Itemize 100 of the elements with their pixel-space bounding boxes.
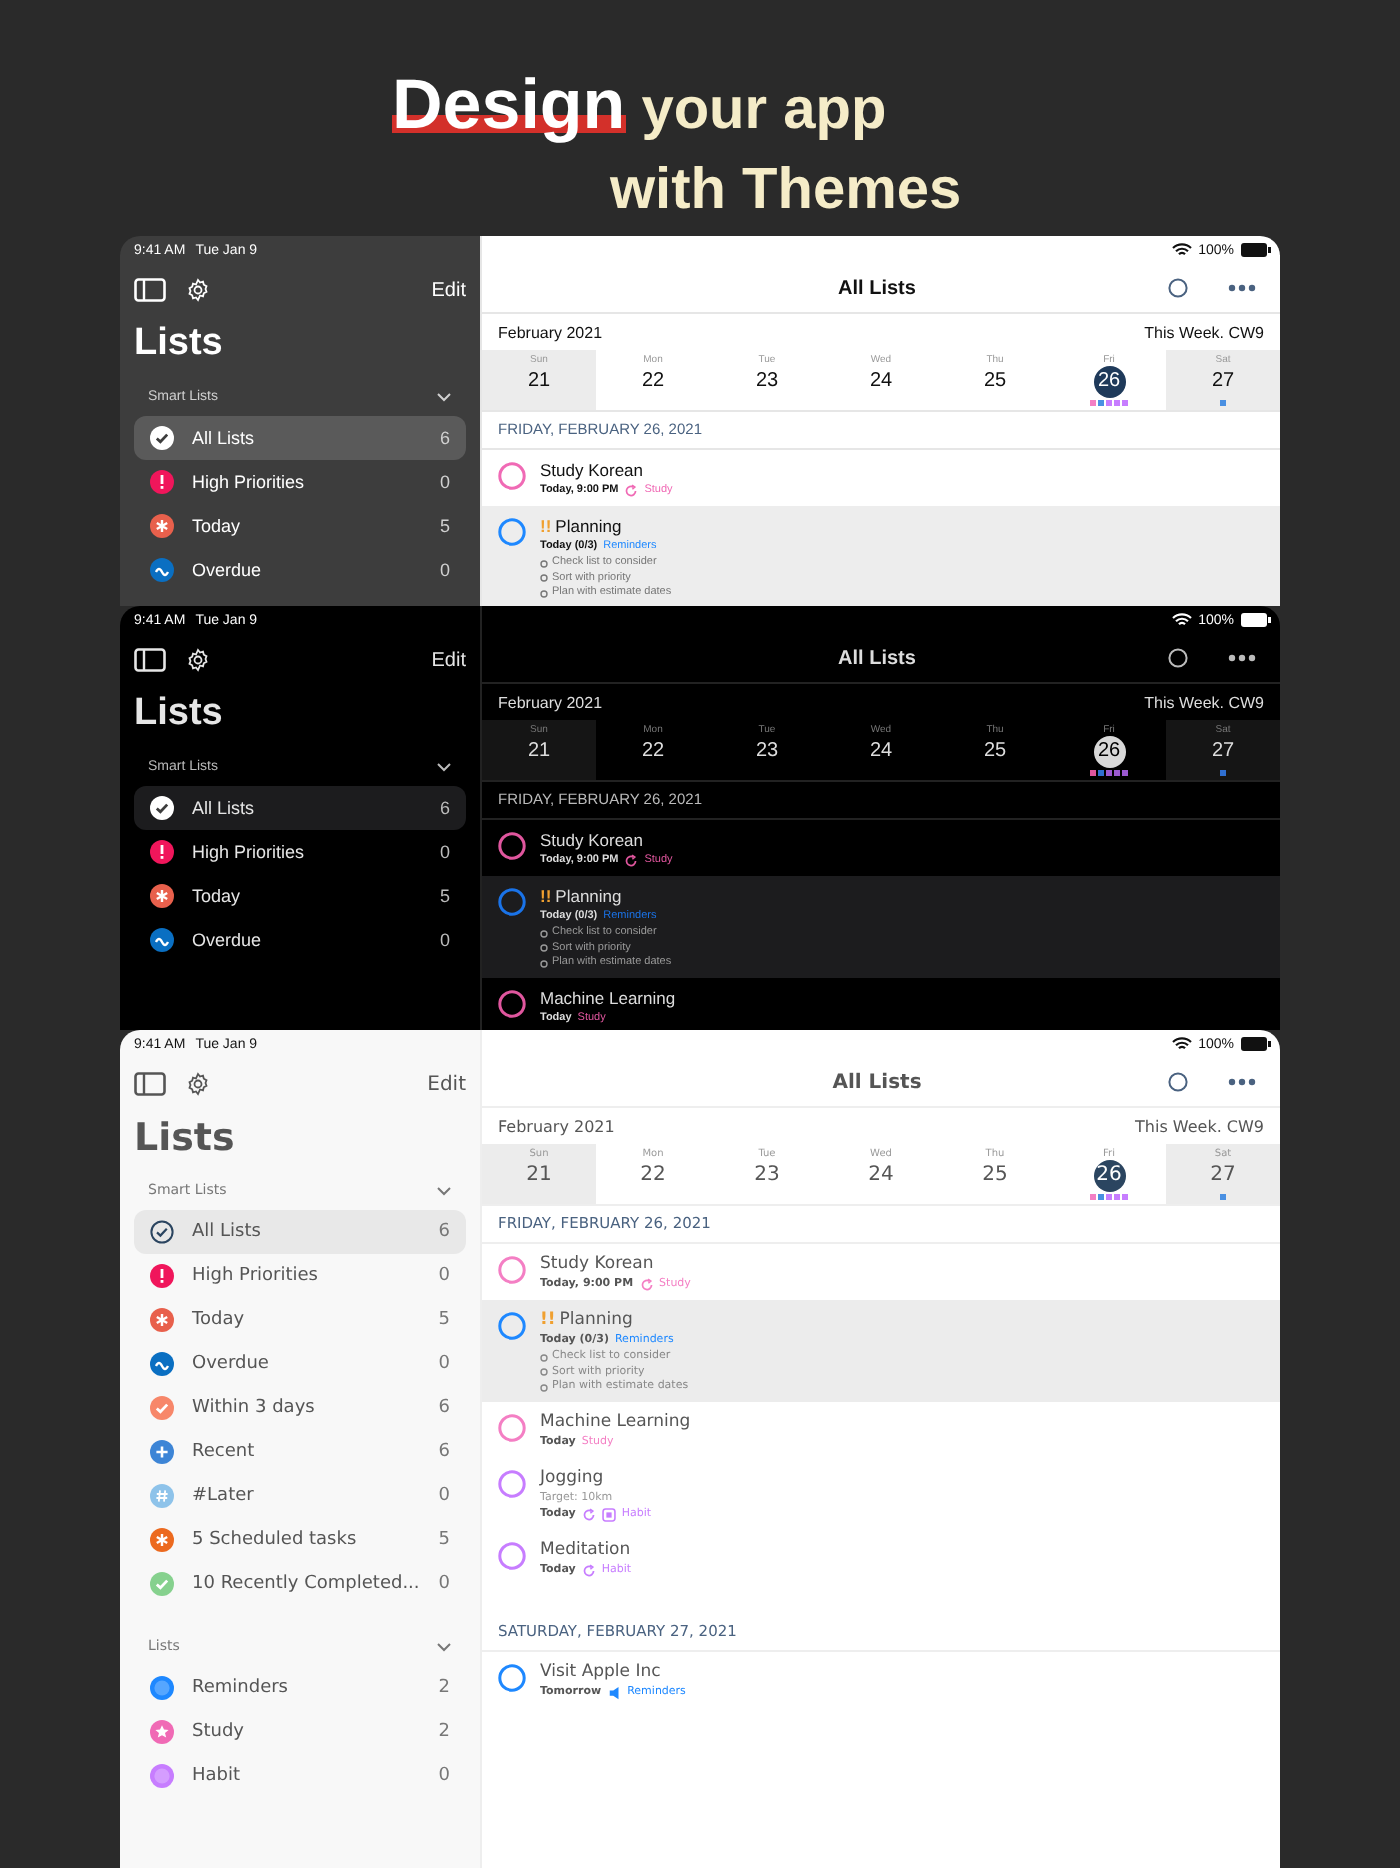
item-count: 6 [439, 798, 450, 818]
settings-icon[interactable] [186, 1072, 210, 1096]
sidebar-title: Lists [134, 1114, 237, 1164]
item-count: 6 [438, 1442, 450, 1462]
task-title: Planning [555, 884, 622, 908]
month-label: February 2021 [498, 693, 603, 711]
more-icon[interactable] [1228, 284, 1256, 292]
sidebar-item[interactable]: 10 Recently Completed... 0 [134, 1562, 466, 1606]
task-checkbox[interactable] [498, 1312, 526, 1340]
day-number[interactable]: 21 [523, 366, 555, 398]
item-count: 0 [438, 1766, 450, 1786]
sidebar-toggle-icon[interactable] [134, 1072, 166, 1096]
view-title: All Lists [836, 277, 918, 299]
week-label: This Week. CW9 [1144, 323, 1264, 341]
day-number[interactable]: 27 [1207, 736, 1239, 768]
edit-button[interactable]: Edit [431, 279, 466, 301]
task-title: Visit Apple Inc [540, 1659, 661, 1683]
repeat-icon [624, 854, 639, 868]
task-checkbox[interactable] [498, 832, 526, 860]
edit-button[interactable]: Edit [427, 1073, 466, 1095]
sidebar-item[interactable]: Habit 0 [134, 1754, 466, 1798]
day-number[interactable]: 23 [751, 366, 783, 398]
sidebar-item[interactable]: High Priorities 0 [134, 1254, 466, 1298]
circle-icon[interactable] [1168, 278, 1188, 298]
day-number[interactable]: 23 [751, 1160, 783, 1192]
item-count: 6 [438, 1398, 450, 1418]
month-label: February 2021 [498, 323, 603, 341]
sidebar-item[interactable]: All Lists 6 [134, 786, 466, 830]
bullet-icon [540, 929, 548, 938]
day-number[interactable]: 24 [865, 1160, 897, 1192]
task-checkbox[interactable] [498, 1413, 526, 1441]
sidebar-item[interactable]: Today 5 [134, 874, 466, 918]
task-checkbox[interactable] [498, 462, 526, 490]
priority-mark: !! [540, 514, 552, 538]
day-number[interactable]: 25 [979, 366, 1011, 398]
task-checkbox[interactable] [498, 888, 526, 916]
bullet-icon [540, 944, 548, 953]
sidebar-item[interactable]: Overdue 0 [134, 918, 466, 962]
repeat-icon [581, 1563, 596, 1577]
task-checkbox[interactable] [498, 989, 526, 1017]
day-number[interactable]: 21 [523, 1160, 555, 1192]
task-checkbox[interactable] [498, 1469, 526, 1497]
item-count: 6 [438, 1222, 450, 1242]
sidebar-item[interactable]: 5 Scheduled tasks 5 [134, 1518, 466, 1562]
wifi-icon [1172, 612, 1193, 628]
sidebar-item[interactable]: High Priorities 0 [134, 460, 466, 504]
day-number[interactable]: 26 [1093, 736, 1125, 768]
day-number[interactable]: 27 [1207, 366, 1239, 398]
day-number[interactable]: 22 [637, 1160, 669, 1192]
sidebar-item[interactable]: Today 5 [134, 504, 466, 548]
more-icon[interactable] [1228, 654, 1256, 662]
sidebar-item[interactable]: Overdue 0 [134, 1342, 466, 1386]
bullet-icon [540, 1353, 548, 1362]
item-count: 5 [438, 1530, 450, 1550]
day-number[interactable]: 24 [865, 736, 897, 768]
edit-button[interactable]: Edit [431, 649, 466, 671]
day-number[interactable]: 25 [979, 1160, 1011, 1192]
item-count: 0 [439, 930, 450, 950]
item-count: 0 [439, 842, 450, 862]
sidebar-item[interactable]: All Lists 6 [134, 1210, 466, 1254]
day-number[interactable]: 27 [1207, 1160, 1239, 1192]
sidebar-item[interactable]: All Lists 6 [134, 416, 466, 460]
battery-icon [1240, 242, 1272, 258]
day-number[interactable]: 22 [637, 366, 669, 398]
sidebar-item[interactable]: High Priorities 0 [134, 830, 466, 874]
day-number[interactable]: 22 [637, 736, 669, 768]
sidebar-item[interactable]: #Later 0 [134, 1474, 466, 1518]
task-checkbox[interactable] [498, 1663, 526, 1691]
day-number[interactable]: 26 [1093, 366, 1125, 398]
sidebar-item[interactable]: Recent 6 [134, 1430, 466, 1474]
sidebar-item[interactable]: Reminders 2 [134, 1666, 466, 1710]
task-title: Machine Learning [540, 985, 676, 1009]
sidebar-item[interactable]: Within 3 days 6 [134, 1386, 466, 1430]
task-checkbox[interactable] [498, 1541, 526, 1569]
bullet-icon [540, 959, 548, 968]
task-checkbox[interactable] [498, 518, 526, 546]
task-title: Jogging [540, 1465, 604, 1489]
item-count: 2 [438, 1678, 450, 1698]
week-label: This Week. CW9 [1135, 1117, 1264, 1135]
bullet-icon [540, 589, 548, 598]
month-label: February 2021 [498, 1117, 615, 1135]
headline-text: with Themes [610, 156, 962, 226]
sidebar-item[interactable]: Today 5 [134, 1298, 466, 1342]
battery-icon [1240, 1036, 1272, 1052]
sidebar-item[interactable]: Overdue 0 [134, 548, 466, 592]
sidebar-item[interactable]: Study 2 [134, 1710, 466, 1754]
wifi-icon [1172, 1036, 1193, 1052]
task-checkbox[interactable] [498, 1256, 526, 1284]
task-title: Machine Learning [540, 1409, 691, 1433]
item-count: 0 [439, 472, 450, 492]
day-number[interactable]: 26 [1093, 1160, 1125, 1192]
day-number[interactable]: 23 [751, 736, 783, 768]
day-number[interactable]: 25 [979, 736, 1011, 768]
day-number[interactable]: 24 [865, 366, 897, 398]
day-number[interactable]: 21 [523, 736, 555, 768]
chevron-icon[interactable] [436, 761, 452, 771]
circle-icon[interactable] [1168, 648, 1188, 668]
more-icon[interactable] [1228, 1078, 1256, 1086]
task-title: Planning [555, 514, 622, 538]
circle-icon[interactable] [1168, 1072, 1188, 1092]
